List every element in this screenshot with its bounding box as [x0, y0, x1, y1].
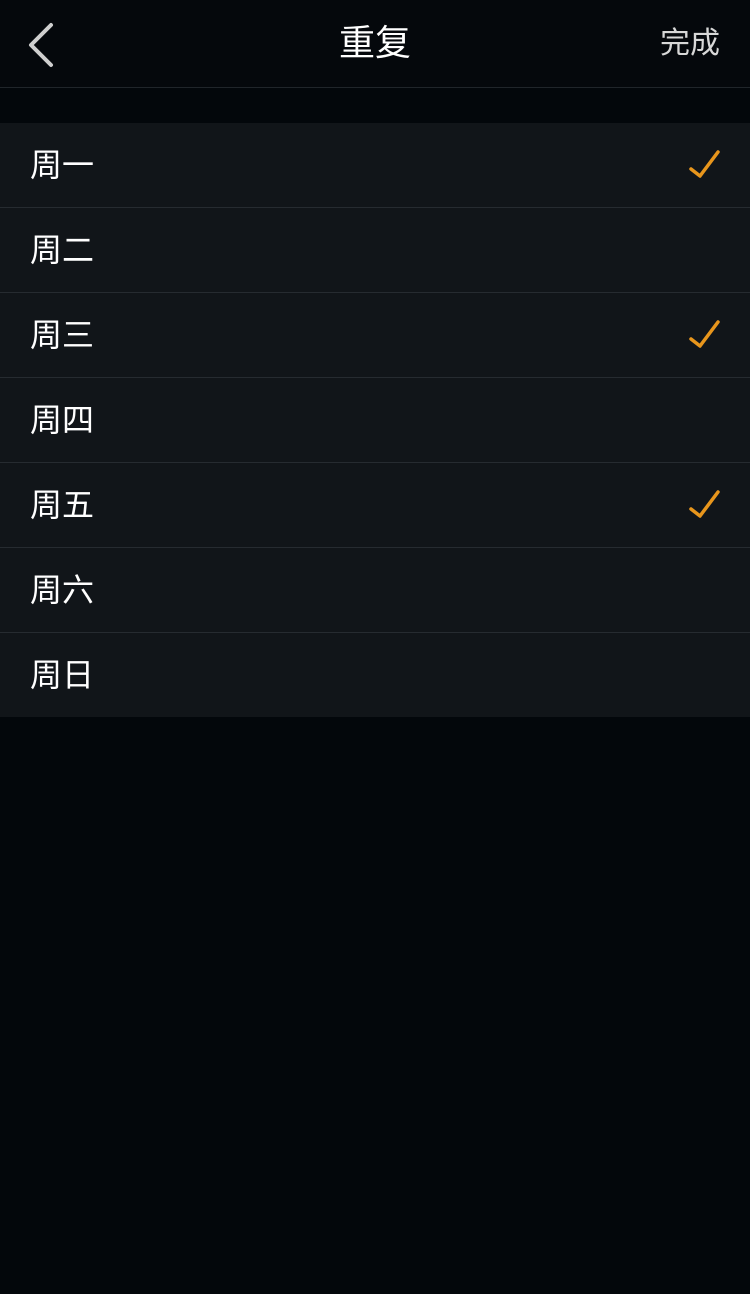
day-row-tuesday[interactable]: 周二 [0, 208, 750, 293]
day-row-friday[interactable]: 周五 [0, 463, 750, 548]
day-row-wednesday[interactable]: 周三 [0, 293, 750, 378]
day-row-saturday[interactable]: 周六 [0, 548, 750, 633]
done-button[interactable]: 完成 [660, 0, 720, 88]
screen: 重复 完成 周一 周二 周三 周四 周五 周六 周日 [0, 0, 750, 1294]
chevron-left-icon [29, 23, 53, 67]
day-label: 周日 [30, 656, 95, 694]
back-button[interactable] [18, 14, 66, 76]
day-label: 周五 [30, 486, 95, 524]
page-title: 重复 [338, 23, 411, 64]
navigation-bar: 重复 完成 [0, 0, 750, 88]
day-label: 周三 [30, 316, 95, 354]
day-row-thursday[interactable]: 周四 [0, 378, 750, 463]
day-row-monday[interactable]: 周一 [0, 123, 750, 208]
checkmark-icon [689, 490, 720, 518]
day-row-sunday[interactable]: 周日 [0, 633, 750, 717]
day-label: 周六 [30, 571, 95, 609]
repeat-day-list: 周一 周二 周三 周四 周五 周六 周日 [0, 123, 750, 717]
checkmark-icon [689, 150, 720, 178]
day-label: 周二 [30, 231, 95, 269]
checkmark-icon [689, 320, 720, 348]
day-label: 周四 [30, 401, 95, 439]
day-label: 周一 [30, 146, 95, 184]
